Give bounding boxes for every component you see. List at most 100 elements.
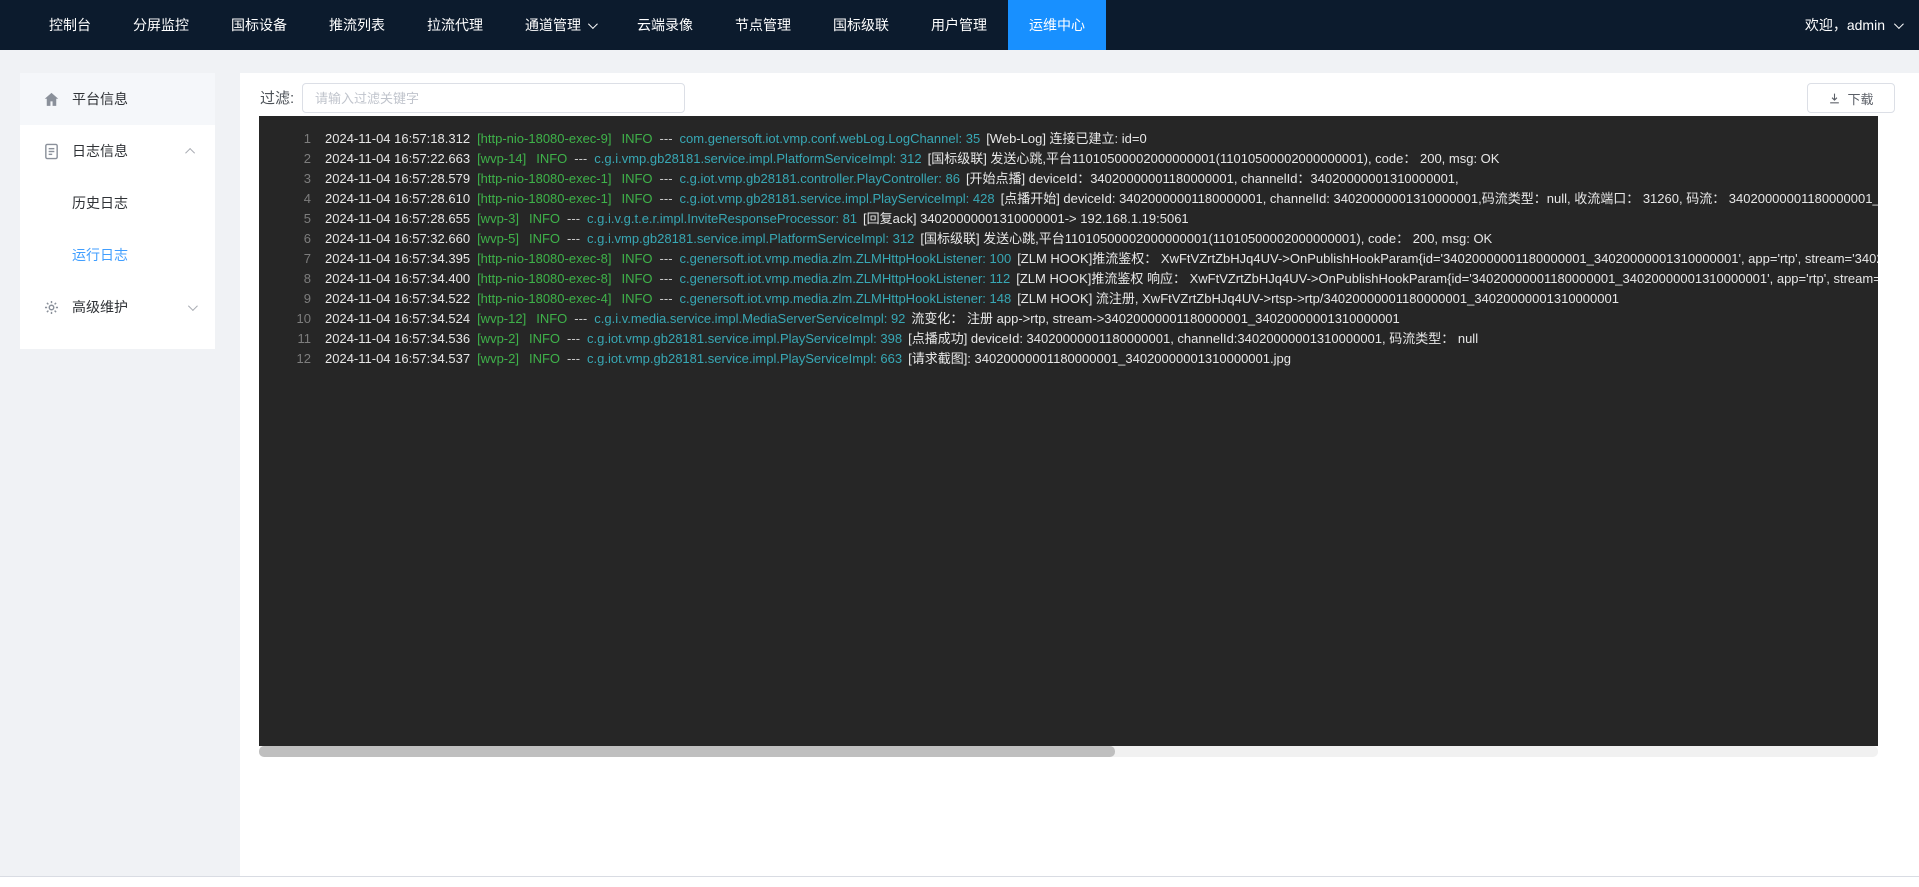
log-separator: --- — [574, 151, 587, 166]
log-level: INFO — [536, 311, 567, 326]
sidebar: 平台信息 日志信息 历史日志 运行日志 高级维护 — [20, 73, 215, 349]
log-line-number: 3 — [259, 169, 311, 189]
log-row: 8 2024-11-04 16:57:34.400 [http-nio-18080-… — [259, 269, 1878, 289]
download-button[interactable]: 下载 — [1807, 83, 1895, 113]
nav-item-label: 推流列表 — [329, 15, 385, 35]
log-timestamp: 2024-11-04 16:57:34.400 — [325, 271, 470, 286]
nav-item-label: 控制台 — [49, 15, 91, 35]
filter-input[interactable] — [302, 83, 685, 113]
log-line-number: 8 — [259, 269, 311, 289]
nav-item-6[interactable]: 通道管理 — [504, 0, 616, 50]
log-thread: [wvp-2] — [477, 331, 519, 346]
nav-item-label: 国标设备 — [231, 15, 287, 35]
welcome-text: 欢迎，admin — [1805, 15, 1885, 35]
log-logger: c.g.i.v.media.service.impl.MediaServerSe… — [594, 311, 905, 326]
nav-item-1[interactable]: 控制台 — [28, 0, 112, 50]
log-message: [国标级联] 发送心跳,平台11010500002000000001(11010… — [928, 151, 1500, 166]
log-message: [ZLM HOOK]推流鉴权： XwFtVZrtZbHJq4UV->OnPubl… — [1017, 251, 1878, 266]
nav-item-11[interactable]: 运维中心 — [1008, 0, 1106, 50]
log-level: INFO — [621, 271, 652, 286]
log-separator: --- — [567, 351, 580, 366]
user-menu[interactable]: 欢迎，admin — [1805, 0, 1901, 50]
nav-item-label: 用户管理 — [931, 15, 987, 35]
log-level: INFO — [529, 211, 560, 226]
log-line-number: 4 — [259, 189, 311, 209]
log-viewer[interactable]: 1 2024-11-04 16:57:18.312 [http-nio-18080-… — [259, 116, 1878, 746]
log-separator: --- — [660, 291, 673, 306]
log-thread: [http-nio-18080-exec-8] — [477, 271, 611, 286]
log-line-number: 1 — [259, 129, 311, 149]
gear-icon — [43, 299, 60, 316]
nav-item-5[interactable]: 拉流代理 — [406, 0, 504, 50]
log-thread: [wvp-14] — [477, 151, 526, 166]
nav-item-label: 通道管理 — [525, 15, 581, 35]
log-row: 62024-11-04 16:57:32.660[wvp-5]INFO---c.… — [259, 229, 1878, 249]
sidebar-item-run-log[interactable]: 运行日志 — [20, 229, 215, 281]
log-logger: c.g.i.vmp.gb28181.service.impl.PlatformS… — [587, 231, 914, 246]
log-message: [国标级联] 发送心跳,平台11010500002000000001(11010… — [920, 231, 1492, 246]
nav-item-10[interactable]: 用户管理 — [910, 0, 1008, 50]
log-message: [请求截图]: 34020000001180000001_34020000001… — [908, 351, 1291, 366]
nav-item-4[interactable]: 推流列表 — [308, 0, 406, 50]
nav-item-label: 云端录像 — [637, 15, 693, 35]
nav-item-label: 节点管理 — [735, 15, 791, 35]
log-row: 52024-11-04 16:57:28.655[wvp-3]INFO---c.… — [259, 209, 1878, 229]
nav-item-9[interactable]: 国标级联 — [812, 0, 910, 50]
horizontal-scrollbar[interactable] — [259, 746, 1878, 757]
sidebar-item-platform-info[interactable]: 平台信息 — [20, 73, 215, 125]
log-logger: c.genersoft.iot.vmp.media.zlm.ZLMHttpHoo… — [680, 251, 1012, 266]
log-line-number: 12 — [259, 349, 311, 369]
log-separator: --- — [660, 191, 673, 206]
log-separator: --- — [660, 171, 673, 186]
log-line-number: 6 — [259, 229, 311, 249]
log-separator: --- — [660, 131, 673, 146]
nav-item-8[interactable]: 节点管理 — [714, 0, 812, 50]
log-timestamp: 2024-11-04 16:57:22.663 — [325, 151, 470, 166]
log-row: 92024-11-04 16:57:34.522[http-nio-18080-… — [259, 289, 1878, 309]
log-logger: c.g.iot.vmp.gb28181.service.impl.PlaySer… — [680, 191, 995, 206]
nav-item-label: 分屏监控 — [133, 15, 189, 35]
log-timestamp: 2024-11-04 16:57:34.537 — [325, 351, 470, 366]
log-message: 流变化： 注册 app->rtp, stream->34020000001180… — [911, 311, 1399, 326]
log-separator: --- — [660, 251, 673, 266]
log-row: 102024-11-04 16:57:34.524[wvp-12]INFO---… — [259, 309, 1878, 329]
log-level: INFO — [621, 171, 652, 186]
chevron-down-icon — [1894, 19, 1904, 29]
log-level: INFO — [529, 231, 560, 246]
page-footer — [0, 876, 1919, 887]
log-timestamp: 2024-11-04 16:57:34.524 — [325, 311, 470, 326]
nav-item-3[interactable]: 国标设备 — [210, 0, 308, 50]
scrollbar-thumb[interactable] — [259, 746, 1115, 757]
log-timestamp: 2024-11-04 16:57:34.395 — [325, 251, 470, 266]
log-timestamp: 2024-11-04 16:57:34.522 — [325, 291, 470, 306]
nav-item-label: 运维中心 — [1029, 15, 1085, 35]
log-message: [ZLM HOOK]推流鉴权 响应： XwFtVZrtZbHJq4UV->OnP… — [1016, 271, 1878, 286]
sidebar-item-log-info[interactable]: 日志信息 — [20, 125, 215, 177]
log-timestamp: 2024-11-04 16:57:18.312 — [325, 131, 470, 146]
log-level: INFO — [529, 331, 560, 346]
log-thread: [wvp-2] — [477, 351, 519, 366]
log-row: 112024-11-04 16:57:34.536[wvp-2]INFO---c… — [259, 329, 1878, 349]
sidebar-item-label: 日志信息 — [72, 141, 195, 161]
sidebar-item-advanced-maintenance[interactable]: 高级维护 — [20, 281, 215, 333]
log-logger: c.g.i.vmp.gb28181.service.impl.PlatformS… — [594, 151, 921, 166]
sidebar-item-label: 高级维护 — [72, 297, 195, 317]
log-thread: [http-nio-18080-exec-1] — [477, 191, 611, 206]
home-icon — [43, 91, 60, 108]
nav-items: 控制台 分屏监控 国标设备 推流列表 拉流代理 通道管理 云端录像 节点管理 国标级联 用户管理 运… — [28, 0, 1106, 50]
main-panel: 过滤: 下载 12024-11-04 16:57:18.312[http-nio… — [240, 73, 1919, 876]
document-icon — [43, 143, 60, 160]
log-timestamp: 2024-11-04 16:57:28.579 — [325, 171, 470, 186]
download-icon — [1828, 92, 1841, 105]
log-thread: [http-nio-18080-exec-8] — [477, 251, 611, 266]
log-message: [点播开始] deviceId: 34020000001180000001, c… — [1001, 191, 1878, 206]
log-row: 32024-11-04 16:57:28.579[http-nio-18080-… — [259, 169, 1878, 189]
nav-item-7[interactable]: 云端录像 — [616, 0, 714, 50]
log-thread: [wvp-12] — [477, 311, 526, 326]
log-level: INFO — [621, 131, 652, 146]
sidebar-item-history-log[interactable]: 历史日志 — [20, 177, 215, 229]
log-level: INFO — [529, 351, 560, 366]
nav-item-2[interactable]: 分屏监控 — [112, 0, 210, 50]
nav-item-label: 国标级联 — [833, 15, 889, 35]
log-line-number: 2 — [259, 149, 311, 169]
